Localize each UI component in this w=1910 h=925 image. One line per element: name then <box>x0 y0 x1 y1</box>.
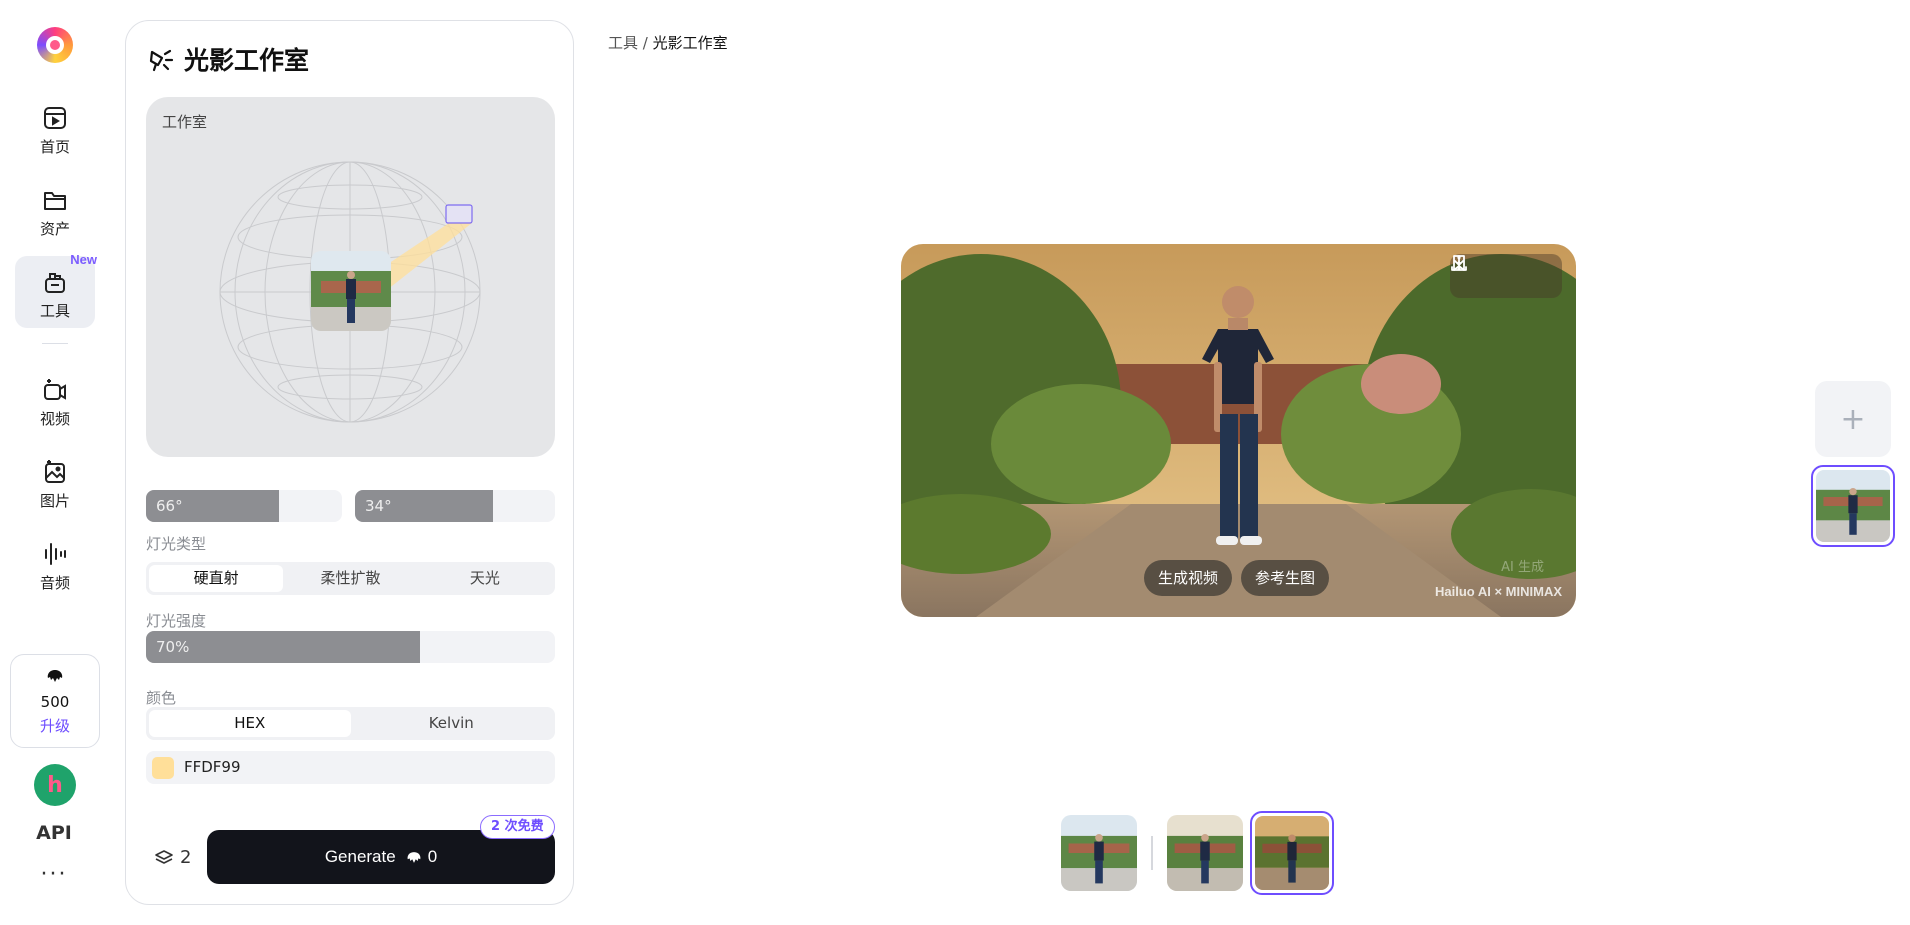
plus-icon: + <box>1840 401 1866 437</box>
audio-icon <box>45 543 66 565</box>
generate-cost: 0 <box>427 847 438 866</box>
nav-item-video[interactable]: 视频 <box>15 364 95 436</box>
horizontal-angle-slider[interactable]: 66° <box>146 490 342 522</box>
preview-toolbar <box>1450 254 1562 298</box>
hex-color-input[interactable]: FFDF99 <box>146 751 555 784</box>
nav-item-tools[interactable]: New 工具 <box>15 252 97 328</box>
nav-item-audio[interactable]: 音频 <box>15 528 95 600</box>
layers-icon <box>155 849 173 864</box>
breadcrumb: 工具 / 光影工作室 <box>608 32 728 53</box>
light-type-label: 灯光类型 <box>146 535 207 553</box>
nav-item-image[interactable]: 图片 <box>15 446 95 518</box>
nav-label: 音频 <box>39 574 70 592</box>
nav-divider <box>42 343 68 344</box>
color-swatch[interactable] <box>152 757 174 779</box>
vertical-angle-slider[interactable]: 34° <box>355 490 555 522</box>
panel-title-text: 光影工作室 <box>184 46 310 75</box>
video-icon <box>44 379 66 400</box>
toolbox-icon <box>45 273 65 293</box>
generate-label: Generate <box>324 847 396 866</box>
color-mode-selector: HEX Kelvin <box>146 707 555 740</box>
subject-thumbnail <box>311 251 391 331</box>
color-label: 颜色 <box>146 689 177 707</box>
light-type-hard[interactable]: 硬直射 <box>149 565 284 592</box>
result-image <box>901 244 1576 617</box>
credits-card[interactable]: 500 升级 <box>10 654 100 748</box>
generate-video-button[interactable]: 生成视频 <box>1144 560 1233 596</box>
layers-number: 2 <box>180 847 192 868</box>
bookmark-icon[interactable] <box>1453 255 1555 288</box>
intensity-slider[interactable]: 70% <box>146 631 555 663</box>
nav-item-assets[interactable]: 资产 <box>15 174 95 246</box>
folder-icon <box>44 192 66 210</box>
nav-label: 资产 <box>39 220 70 238</box>
layers-count[interactable]: 2 <box>154 847 191 868</box>
app-logo[interactable] <box>37 27 73 63</box>
shell-icon <box>47 670 63 682</box>
nav-label: 视频 <box>39 410 70 428</box>
breadcrumb-parent[interactable]: 工具 <box>608 34 638 52</box>
angle-value: 34° <box>365 497 392 515</box>
history-divider <box>1151 836 1153 870</box>
angle-value: 66° <box>156 497 183 515</box>
home-icon <box>44 107 66 129</box>
nav-label: 工具 <box>39 302 70 320</box>
brand-watermark: Hailuo AI × MINIMAX <box>1435 584 1562 599</box>
history-thumbnail-selected[interactable] <box>1250 811 1334 895</box>
light-type-soft[interactable]: 柔性扩散 <box>283 565 417 592</box>
light-intensity-label: 灯光强度 <box>146 612 207 630</box>
history-thumbnail[interactable] <box>1061 815 1137 891</box>
more-options-icon[interactable] <box>1457 255 1518 288</box>
source-image-thumbnail[interactable] <box>1811 465 1895 547</box>
light-direction-canvas[interactable]: 工作室 <box>146 97 555 457</box>
spotlight-icon <box>149 49 174 72</box>
nav-label: 图片 <box>39 492 70 510</box>
light-studio-panel: 光影工作室 工作室 66° 34° 灯光类型 硬直射 柔性扩散 天光 灯光强度 … <box>125 20 574 905</box>
more-icon[interactable]: ··· <box>0 862 108 887</box>
left-nav: 首页 资产 New 工具 视频 图片 音频 500 升级 h API ··· <box>0 0 108 925</box>
intensity-value: 70% <box>156 638 190 656</box>
add-image-button[interactable]: + <box>1815 381 1891 457</box>
breadcrumb-separator: / <box>642 34 648 52</box>
credits-amount: 500 <box>40 693 70 711</box>
hex-value: FFDF99 <box>184 758 241 776</box>
history-thumbnail[interactable] <box>1167 815 1243 891</box>
api-link[interactable]: API <box>0 822 108 844</box>
new-badge: New <box>70 252 97 267</box>
panel-title: 光影工作室 <box>146 41 309 77</box>
light-type-sky[interactable]: 天光 <box>418 565 552 592</box>
free-uses-badge: 2 次免费 <box>480 815 555 839</box>
upgrade-link[interactable]: 升级 <box>11 715 99 736</box>
color-mode-hex[interactable]: HEX <box>149 710 351 737</box>
nav-label: 首页 <box>39 138 70 156</box>
result-preview[interactable]: 生成视频 参考生图 AI 生成 Hailuo AI × MINIMAX <box>901 244 1576 617</box>
light-type-selector: 硬直射 柔性扩散 天光 <box>146 562 555 595</box>
color-mode-kelvin[interactable]: Kelvin <box>351 710 553 737</box>
reference-generate-button[interactable]: 参考生图 <box>1241 560 1330 596</box>
nav-item-home[interactable]: 首页 <box>15 92 95 164</box>
shell-icon <box>407 851 421 863</box>
breadcrumb-current: 光影工作室 <box>652 34 728 52</box>
image-icon <box>45 460 65 483</box>
avatar[interactable]: h <box>34 764 76 806</box>
ai-generated-watermark: AI 生成 <box>1501 560 1544 575</box>
